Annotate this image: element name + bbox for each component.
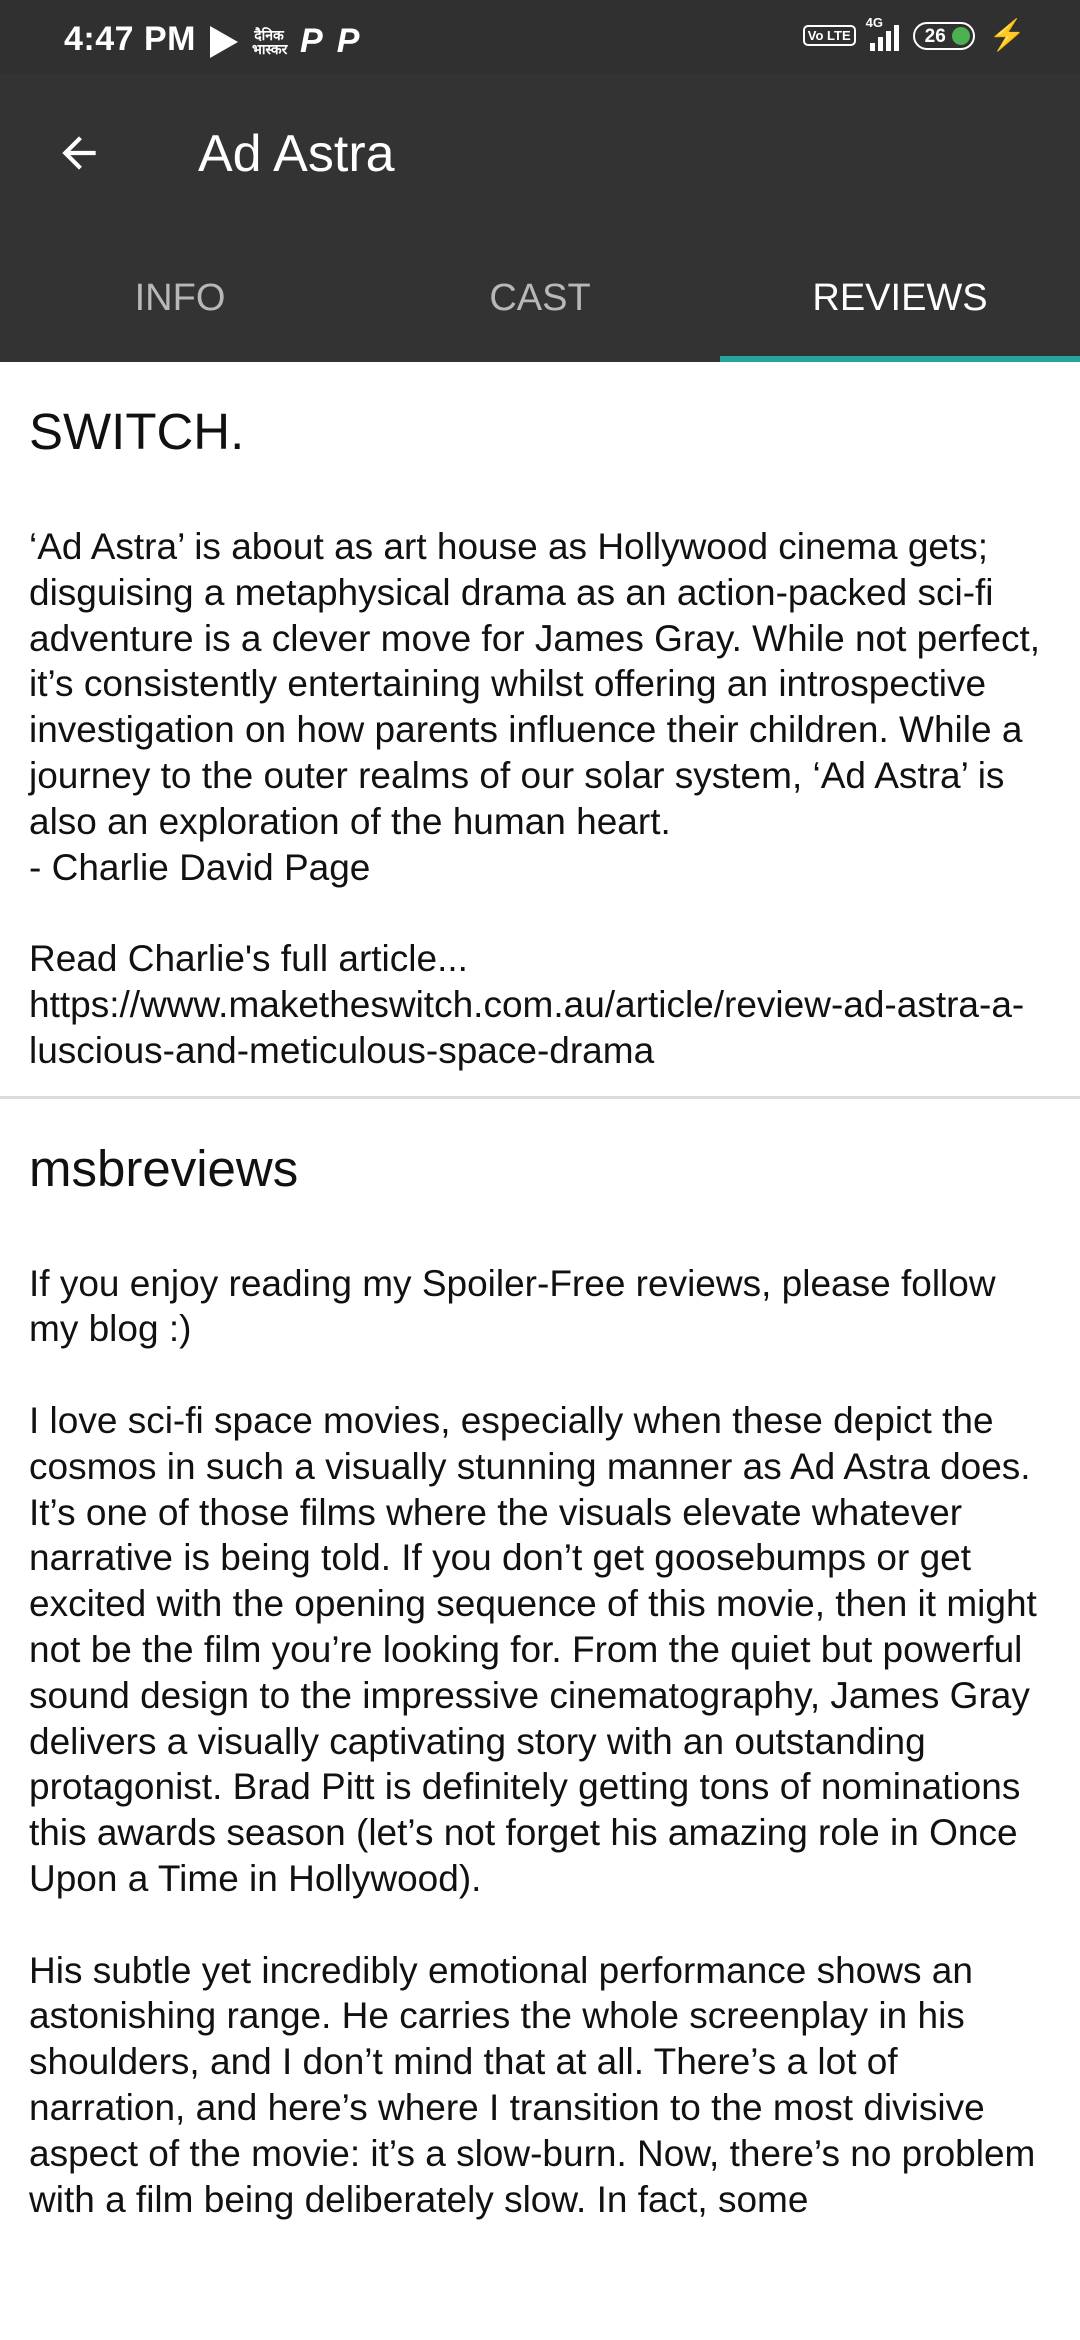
tab-label: REVIEWS [812,276,988,319]
tab-info[interactable]: INFO [0,234,360,362]
tab-bar: INFO CAST REVIEWS [0,234,1080,362]
battery-level: 26 [924,25,946,47]
news-app-icon: दैनिक भास्कर [252,26,288,57]
signal-icon: 4G [866,15,899,51]
p-app-icon: P [300,22,323,60]
play-store-icon [210,25,238,58]
volte-icon: Vo LTE [802,25,856,46]
review-item: SWITCH. ‘Ad Astra’ is about as art house… [0,362,1080,1074]
status-bar: 4:47 PM दैनिक भास्कर P P Vo LTE 4G 26 ⚡ [0,0,1080,74]
status-time: 4:47 PM [64,20,196,58]
review-author: msbreviews [29,1139,299,1197]
reviews-list[interactable]: SWITCH. ‘Ad Astra’ is about as art house… [0,362,1080,2222]
app-bar: Ad Astra [0,74,1080,234]
review-text: If you enjoy reading my Spoiler-Free rev… [29,1262,1037,2220]
notification-icons: दैनिक भास्कर P P [210,22,359,61]
review-text: ‘Ad Astra’ is about as art house as Holl… [29,526,1041,1071]
battery-icon: 26 [912,21,975,50]
p-app-icon: P [336,22,360,60]
tab-reviews[interactable]: REVIEWS [720,234,1080,362]
back-button[interactable] [44,118,114,188]
review-item: msbreviews If you enjoy reading my Spoil… [0,1099,1080,2223]
tab-cast[interactable]: CAST [360,234,720,362]
network-type-label: 4G [865,14,883,30]
system-icons: Vo LTE 4G 26 ⚡ [802,15,1026,53]
arrow-back-icon [62,136,96,170]
review-author: SWITCH. [29,403,245,460]
charging-icon: ⚡ [988,19,1026,52]
page-title: Ad Astra [198,125,395,183]
tab-label: CAST [489,276,591,319]
tab-label: INFO [134,276,226,319]
